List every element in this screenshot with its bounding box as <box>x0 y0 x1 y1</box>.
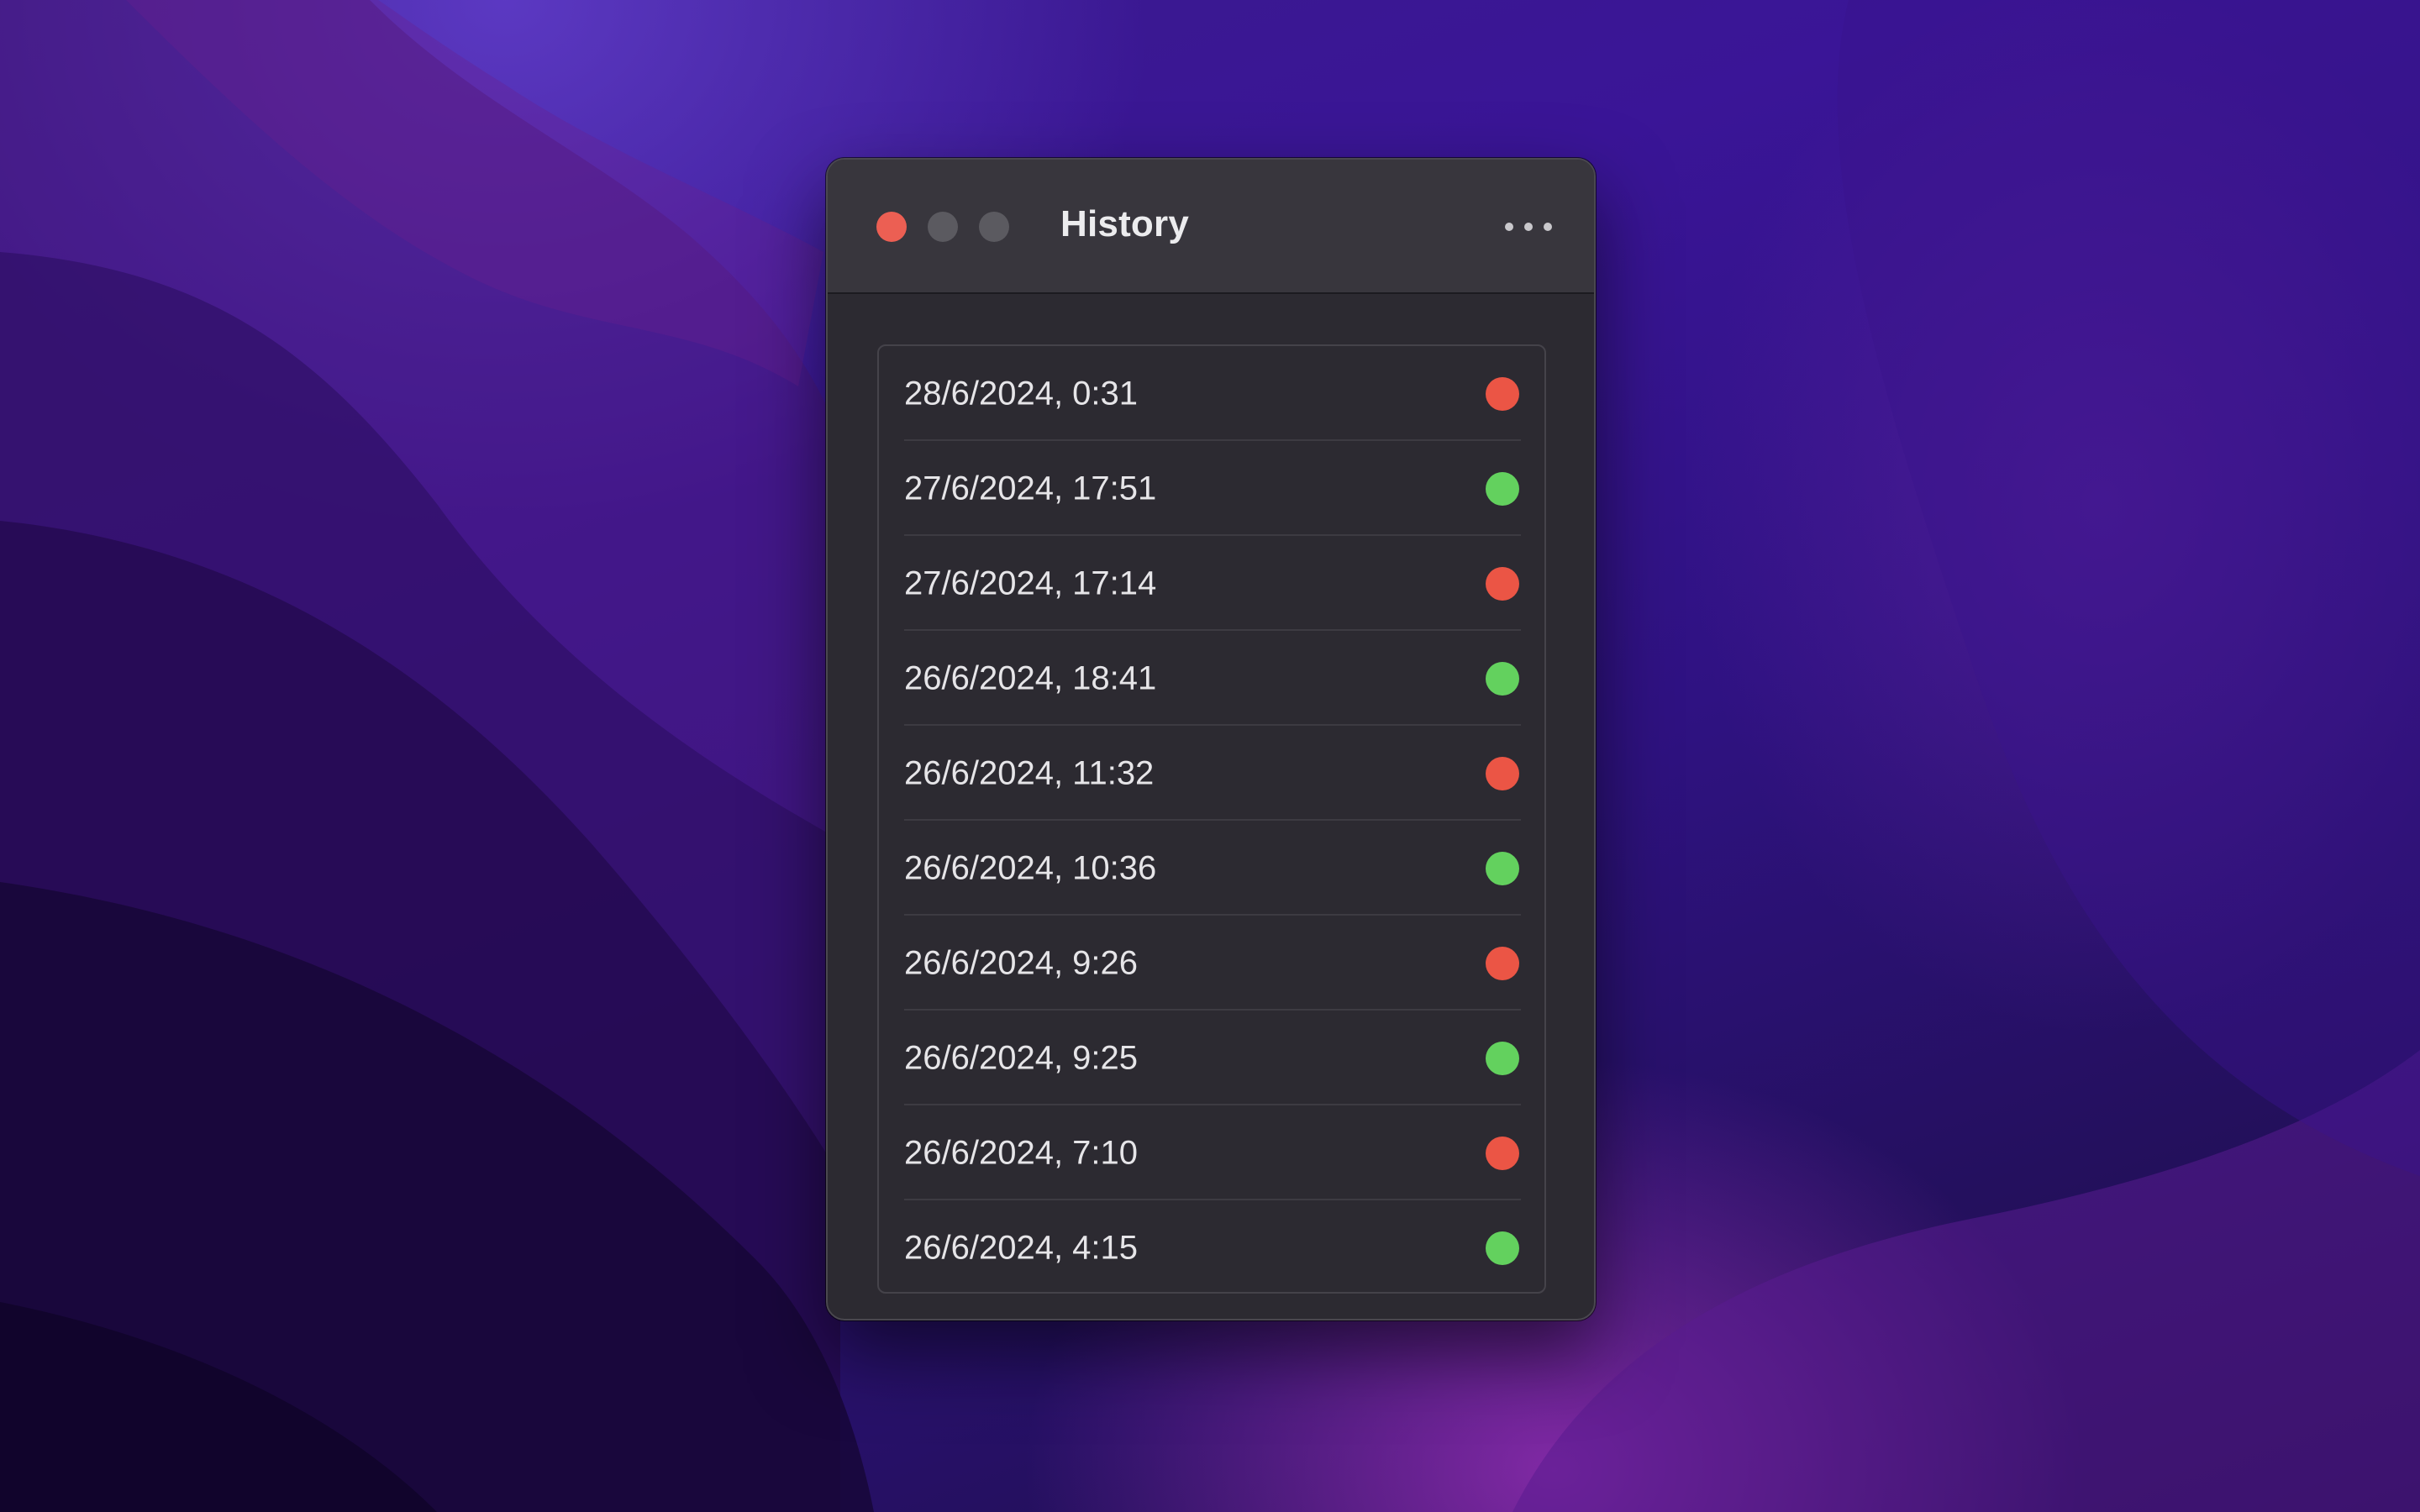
close-button[interactable] <box>876 212 907 242</box>
status-indicator-green <box>1486 1231 1519 1265</box>
history-row[interactable]: 27/6/2024, 17:14 <box>904 536 1521 631</box>
history-row-timestamp: 26/6/2024, 7:10 <box>904 1134 1139 1171</box>
history-row-timestamp: 27/6/2024, 17:14 <box>904 564 1157 601</box>
zoom-button[interactable] <box>979 212 1009 242</box>
minimize-button[interactable] <box>928 212 958 242</box>
ellipsis-icon <box>1524 223 1533 231</box>
history-row-timestamp: 26/6/2024, 9:26 <box>904 944 1139 981</box>
history-row-timestamp: 26/6/2024, 4:15 <box>904 1229 1139 1266</box>
window-title: History <box>1060 203 1189 244</box>
history-row[interactable]: 26/6/2024, 11:32 <box>904 726 1521 821</box>
history-row[interactable]: 26/6/2024, 18:41 <box>904 631 1521 726</box>
status-indicator-red <box>1486 1136 1519 1170</box>
ellipsis-icon <box>1505 223 1513 231</box>
history-row[interactable]: 26/6/2024, 9:26 <box>904 916 1521 1011</box>
history-row-timestamp: 26/6/2024, 9:25 <box>904 1039 1139 1076</box>
status-indicator-green <box>1486 471 1519 506</box>
history-row-timestamp: 28/6/2024, 0:31 <box>904 375 1139 412</box>
history-window: History 28/6/2024, 0:31 27/6/2024, 17:51 2… <box>826 158 1596 1320</box>
history-row[interactable]: 26/6/2024, 9:25 <box>904 1011 1521 1105</box>
history-row[interactable]: 26/6/2024, 4:15 <box>904 1200 1521 1295</box>
history-row-timestamp: 26/6/2024, 10:36 <box>904 849 1157 886</box>
status-indicator-red <box>1486 376 1519 411</box>
history-row[interactable]: 26/6/2024, 7:10 <box>904 1105 1521 1200</box>
status-indicator-red <box>1486 566 1519 601</box>
history-row-timestamp: 26/6/2024, 18:41 <box>904 659 1157 696</box>
status-indicator-red <box>1486 946 1519 980</box>
history-row[interactable]: 28/6/2024, 0:31 <box>904 346 1521 441</box>
status-indicator-red <box>1486 756 1519 790</box>
status-indicator-green <box>1486 661 1519 696</box>
history-list: 28/6/2024, 0:31 27/6/2024, 17:51 27/6/2024… <box>877 344 1546 1294</box>
title-bar[interactable]: History <box>828 160 1594 294</box>
status-indicator-green <box>1486 1041 1519 1075</box>
more-options-button[interactable] <box>1505 208 1552 245</box>
history-row-timestamp: 26/6/2024, 11:32 <box>904 754 1155 791</box>
ellipsis-icon <box>1544 223 1552 231</box>
status-indicator-green <box>1486 851 1519 885</box>
history-row[interactable]: 26/6/2024, 10:36 <box>904 821 1521 916</box>
history-row[interactable]: 27/6/2024, 17:51 <box>904 441 1521 536</box>
history-row-timestamp: 27/6/2024, 17:51 <box>904 470 1157 507</box>
